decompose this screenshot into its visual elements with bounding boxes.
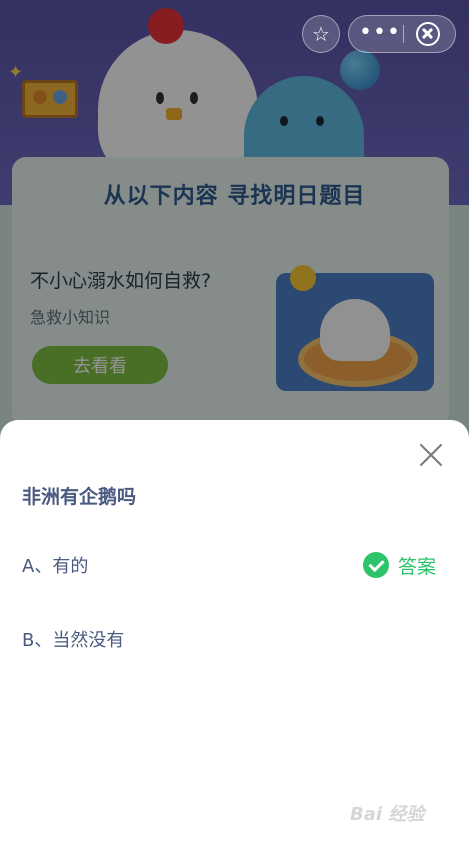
check-circle-icon [363, 552, 389, 578]
watermark-logo: Bai 经验 [350, 804, 425, 825]
answer-sheet: 非洲有企鹅吗 A、有的 答案 B、当然没有 Bai 经验 [0, 420, 469, 855]
option-a[interactable]: A、有的 [22, 552, 88, 578]
close-circle-icon[interactable] [416, 22, 440, 46]
option-b[interactable]: B、当然没有 [22, 626, 124, 652]
modal-overlay[interactable] [0, 0, 469, 440]
star-icon[interactable]: ☆ [302, 15, 340, 53]
more-dots-icon[interactable]: ••• [359, 16, 400, 52]
capsule-menu: ••• [348, 15, 456, 53]
close-icon[interactable] [418, 442, 444, 468]
capsule-divider [403, 25, 404, 43]
answer-badge: 答案 [363, 552, 436, 578]
background-page: ✦ 从以下内容 寻找明日题目 不小心溺水如何自救? 急救小知识 去看看 [0, 0, 469, 440]
answer-label: 答案 [398, 555, 437, 578]
question-title: 非洲有企鹅吗 [22, 486, 137, 508]
